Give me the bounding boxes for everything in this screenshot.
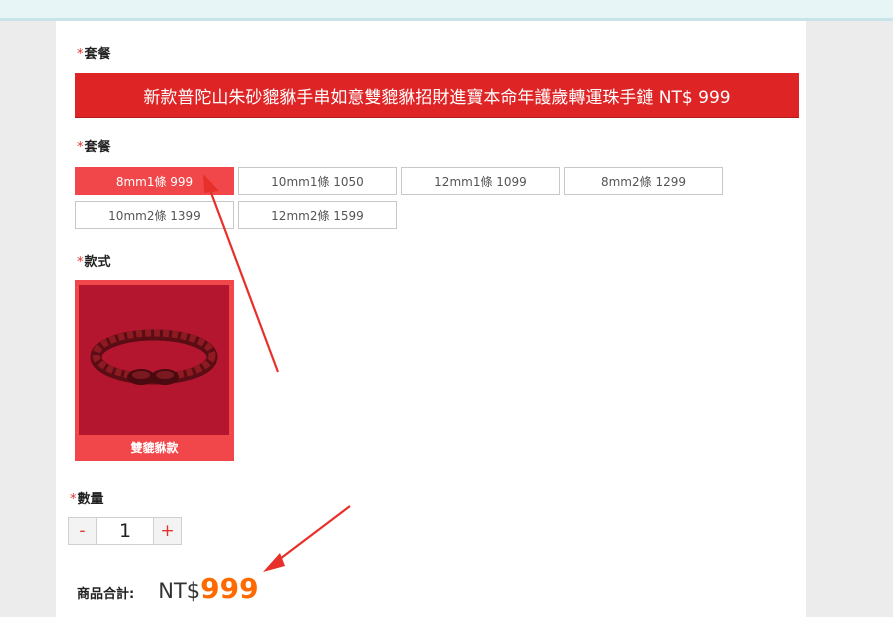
bracelet-photo (79, 285, 229, 435)
package-option-10mm2[interactable]: 10mm2條 1399 (75, 201, 234, 229)
quantity-stepper: - 1 + (68, 517, 182, 545)
quantity-decrement-button[interactable]: - (68, 517, 97, 545)
style-label: *款式 (77, 251, 111, 270)
required-mark: * (77, 140, 84, 155)
order-total: 商品合計: NT$ 999 (77, 572, 259, 605)
style-option-double-pixiu[interactable]: 雙貔貅款 (75, 280, 234, 461)
bracelet-product-image (79, 285, 229, 435)
package-label: *套餐 (77, 136, 111, 155)
package-label-top: *套餐 (77, 43, 111, 62)
package-option-8mm1[interactable]: 8mm1條 999 (75, 167, 234, 195)
package-label-text: 套餐 (84, 47, 111, 62)
package-label-text: 套餐 (84, 140, 111, 155)
package-option-12mm2[interactable]: 12mm2條 1599 (238, 201, 397, 229)
total-amount: 999 (200, 572, 259, 605)
package-option-8mm2[interactable]: 8mm2條 1299 (564, 167, 723, 195)
required-mark: * (70, 492, 77, 507)
quantity-input[interactable]: 1 (97, 517, 153, 545)
package-option-12mm1[interactable]: 12mm1條 1099 (401, 167, 560, 195)
total-currency: NT$ (158, 579, 201, 603)
quantity-increment-button[interactable]: + (153, 517, 182, 545)
package-option-10mm1[interactable]: 10mm1條 1050 (238, 167, 397, 195)
product-title-banner: 新款普陀山朱砂貔貅手串如意雙貔貅招財進寶本命年護歲轉運珠手鏈 NT$ 999 (75, 73, 799, 118)
quantity-label-text: 數量 (77, 492, 104, 507)
style-option-caption: 雙貔貅款 (130, 440, 179, 455)
style-label-text: 款式 (84, 255, 111, 270)
required-mark: * (77, 47, 84, 62)
top-bar (0, 0, 893, 21)
total-label: 商品合計: (77, 587, 135, 602)
required-mark: * (77, 255, 84, 270)
quantity-label: *數量 (70, 488, 104, 507)
